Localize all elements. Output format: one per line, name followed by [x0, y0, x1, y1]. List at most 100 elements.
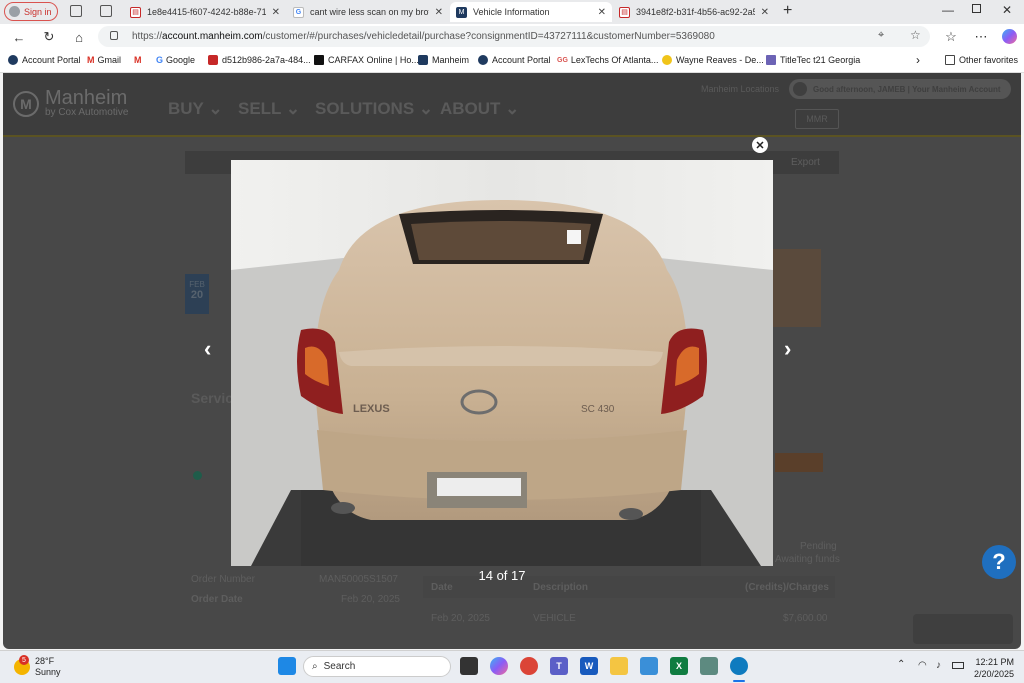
manheim-locations-link[interactable]: Manheim Locations	[701, 84, 779, 94]
nav-solutions[interactable]: SOLUTIONS ⌄	[315, 99, 433, 119]
new-tab-icon[interactable]: +	[783, 2, 792, 20]
battery-icon[interactable]	[952, 662, 964, 669]
account-pill[interactable]: Good afternoon, JAMEB | Your Manheim Acc…	[789, 79, 1011, 99]
photo-brand-text: LEXUS	[353, 403, 390, 415]
favorite-star-icon[interactable]: ☆	[910, 28, 921, 42]
mmr-button[interactable]: MMR	[795, 109, 839, 129]
bookmark-carfax[interactable]: CARFAX Online | Ho...	[314, 55, 419, 65]
bookmark-account-portal-2[interactable]: Account Portal	[478, 55, 551, 65]
pdf-icon	[208, 55, 218, 65]
edge-icon[interactable]	[730, 657, 748, 675]
nav-about[interactable]: ABOUT ⌄	[440, 99, 519, 119]
bookmarks-overflow-icon[interactable]: ›	[916, 53, 920, 67]
order-date-value: Feb 20, 2025	[341, 594, 400, 605]
copilot-taskbar-icon[interactable]	[490, 657, 508, 675]
logo-sub: by Cox Automotive	[45, 107, 129, 118]
close-window-icon[interactable]: ✕	[1002, 3, 1012, 17]
order-date-label: Order Date	[191, 594, 243, 605]
address-bar[interactable]: https://account.manheim.com/customer/#/p…	[98, 26, 930, 47]
pending-status: Pending	[800, 541, 837, 552]
copilot-icon[interactable]	[1002, 29, 1017, 44]
app-icon[interactable]	[700, 657, 718, 675]
more-icon[interactable]: ⋯	[972, 28, 990, 46]
bookmark-lextechs[interactable]: GG LexTechs Of Atlanta...	[557, 55, 658, 65]
bookmark-wayne-reaves[interactable]: Wayne Reaves - De...	[662, 55, 764, 65]
close-tab-icon[interactable]: ✕	[761, 7, 769, 18]
close-tab-icon[interactable]: ✕	[272, 7, 280, 18]
profile-avatar-icon	[9, 6, 20, 17]
bookmark-gmail[interactable]: M Gmail	[87, 55, 121, 65]
tab-pdf-1[interactable]: ▤ 1e8e4415-f607-4242-b88e-71a05 ✕	[124, 2, 286, 22]
back-icon[interactable]: ←	[10, 28, 28, 46]
search-label: Search	[323, 661, 356, 672]
teams-icon[interactable]: T	[550, 657, 568, 675]
restore-icon[interactable]	[972, 4, 981, 13]
prev-photo-button[interactable]: ‹	[204, 336, 211, 362]
clock[interactable]: 12:21 PM 2/20/2025	[968, 656, 1014, 680]
tab-google-search[interactable]: G cant wire less scan on my brothe ✕	[287, 2, 449, 22]
bookmark-pdf[interactable]: d512b986-2a7a-484...	[208, 55, 311, 65]
bookmark-manheim[interactable]: Manheim	[418, 55, 469, 65]
taskbar-search[interactable]: ⌕ Search	[303, 656, 451, 677]
profile-button[interactable]: Sign in	[4, 2, 58, 21]
tab-pdf-2[interactable]: ▤ 3941e8f2-b31f-4b56-ac92-2a5b7 ✕	[613, 2, 775, 22]
help-icon: ?	[992, 549, 1006, 574]
wifi-icon[interactable]: ◠	[918, 660, 927, 671]
url-path: /customer/#/purchases/vehicledetail/purc…	[262, 31, 715, 42]
wayne-reaves-icon	[662, 55, 672, 65]
clock-date: 2/20/2025	[973, 669, 1014, 679]
bookmark-titletec[interactable]: TitleTec t21 Georgia	[766, 55, 860, 65]
url-domain: account.manheim.com	[162, 31, 263, 42]
sun-icon: 5	[14, 655, 30, 675]
tab-vehicle-information[interactable]: M Vehicle Information ✕	[450, 2, 612, 22]
excel-icon[interactable]: X	[670, 657, 688, 675]
tray-chevron-icon[interactable]: ⌃	[897, 659, 905, 670]
export-link[interactable]: Export	[791, 157, 820, 168]
tab-actions-icon[interactable]	[100, 5, 112, 17]
manheim-logo[interactable]: M Manheim by Cox Automotive	[13, 87, 129, 118]
location-icon[interactable]: ⌖	[878, 29, 884, 42]
chat-button[interactable]	[913, 614, 1013, 644]
close-tab-icon[interactable]: ✕	[435, 7, 443, 18]
start-icon[interactable]	[278, 657, 296, 675]
weather-badge: 5	[19, 655, 29, 665]
file-explorer-icon[interactable]	[610, 657, 628, 675]
close-modal-button[interactable]: ✕	[752, 137, 768, 153]
logo-name: Manheim	[45, 87, 128, 109]
cox-icon	[478, 55, 488, 65]
bookmark-gmail-2[interactable]: M	[134, 55, 142, 65]
cox-icon	[8, 55, 18, 65]
close-icon: ✕	[755, 139, 765, 152]
next-photo-button[interactable]: ›	[784, 336, 791, 362]
pdf-icon: ▤	[619, 6, 630, 18]
pending-substatus: Awaiting funds	[775, 554, 840, 565]
row-description: VEHICLE	[533, 613, 576, 624]
weather-widget[interactable]: 5 28°F Sunny	[14, 655, 61, 678]
profile-label: Sign in	[24, 6, 52, 17]
task-view-icon[interactable]	[460, 657, 478, 675]
vehicle-thumbnail[interactable]	[773, 249, 821, 327]
word-icon[interactable]: W	[580, 657, 598, 675]
minimize-icon[interactable]: —	[942, 3, 954, 17]
avatar	[793, 82, 807, 96]
calculator-icon[interactable]	[640, 657, 658, 675]
nav-sell[interactable]: SELL ⌄	[238, 99, 300, 119]
help-button[interactable]: ?	[982, 545, 1016, 579]
tab-title: 1e8e4415-f607-4242-b88e-71a05	[147, 7, 266, 17]
titletec-icon	[766, 55, 776, 65]
home-icon[interactable]: ⌂	[70, 28, 88, 46]
close-tab-icon[interactable]: ✕	[598, 7, 606, 18]
windows-taskbar: 5 28°F Sunny ⌕ Search T W X ⌃ ◠ ♪ 12:21 …	[0, 650, 1024, 683]
nav-buy[interactable]: BUY ⌄	[168, 99, 223, 119]
bookmark-account-portal[interactable]: Account Portal	[8, 55, 81, 65]
column-date: Date	[431, 582, 453, 593]
clock-time: 12:21 PM	[975, 657, 1014, 667]
volume-icon[interactable]: ♪	[936, 660, 941, 671]
workspaces-icon[interactable]	[70, 5, 82, 17]
bookmark-google[interactable]: G Google	[156, 55, 195, 65]
service-heading: Servic	[191, 390, 234, 406]
favorites-icon[interactable]: ☆	[942, 28, 960, 46]
refresh-icon[interactable]: ↻	[40, 28, 58, 46]
other-favorites[interactable]: Other favorites	[945, 55, 1018, 65]
chrome-icon[interactable]	[520, 657, 538, 675]
